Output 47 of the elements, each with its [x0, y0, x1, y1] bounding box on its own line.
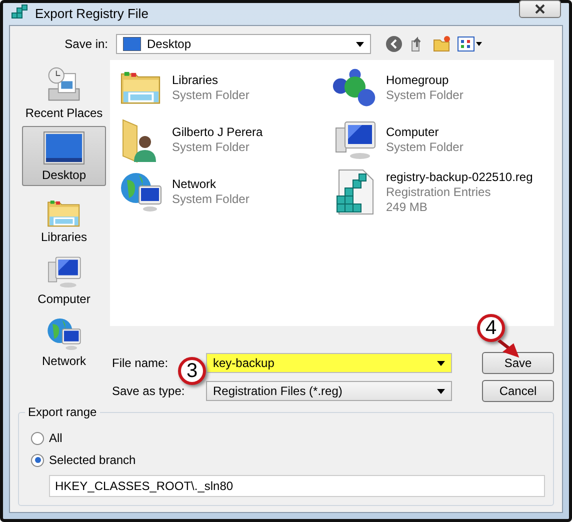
save-as-type-label: Save as type: — [112, 384, 186, 398]
globe-computer-icon — [119, 170, 163, 214]
pointer-arrow — [497, 339, 521, 359]
save-in-label: Save in: — [64, 37, 108, 51]
cancel-button[interactable]: Cancel — [482, 380, 554, 402]
file-type: System Folder — [386, 88, 464, 103]
registry-file-icon — [335, 168, 375, 216]
save-in-dropdown[interactable]: Desktop — [116, 34, 371, 54]
desktop-icon — [42, 130, 86, 166]
library-folder-icon — [119, 70, 163, 106]
close-icon — [534, 4, 546, 14]
radio-button[interactable] — [31, 454, 44, 466]
desktop-icon — [123, 37, 141, 51]
file-type: System Folder — [172, 140, 250, 155]
file-name-field[interactable]: key-backup — [206, 353, 452, 373]
group-title: Export range — [25, 405, 100, 419]
places-item[interactable]: Network — [22, 312, 106, 372]
library-folder-icon — [46, 199, 82, 228]
file-name[interactable]: Homegroup — [386, 73, 464, 88]
places-item[interactable]: Computer — [22, 250, 106, 310]
file-name[interactable]: Gilberto J Perera — [172, 125, 263, 140]
new-folder-icon[interactable] — [433, 35, 451, 53]
view-menu-icon[interactable] — [457, 36, 483, 52]
globe-computer-icon — [46, 316, 82, 352]
file-type: System Folder — [172, 88, 250, 103]
file-name-label: File name: — [112, 356, 170, 370]
save-as-type-dropdown[interactable]: Registration Files (*.reg) — [206, 381, 452, 401]
places-item[interactable]: Libraries — [22, 188, 106, 248]
file-type: System Folder — [386, 140, 464, 155]
computer-icon — [46, 254, 82, 290]
window-title: Export Registry File — [35, 6, 150, 20]
save-button[interactable]: Save — [482, 352, 554, 374]
file-name[interactable]: Libraries — [172, 73, 250, 88]
radio-label[interactable]: Selected branch — [49, 453, 136, 467]
places-item[interactable]: Desktop — [22, 126, 106, 186]
back-icon[interactable] — [385, 35, 403, 53]
file-size: 249 MB — [386, 200, 428, 214]
branch-field[interactable]: HKEY_CLASSES_ROOT\._sln80 — [49, 475, 545, 497]
file-type: Registration Entries — [386, 184, 492, 200]
close-button[interactable] — [519, 0, 561, 18]
file-name[interactable]: Network — [172, 177, 250, 192]
file-name[interactable]: registry-backup-022510.reg — [386, 170, 533, 184]
places-item[interactable]: Recent Places — [22, 64, 106, 124]
file-name[interactable]: Computer — [386, 125, 464, 140]
file-type: System Folder — [172, 192, 250, 207]
radio-button[interactable] — [31, 432, 44, 444]
radio-label[interactable]: All — [49, 431, 62, 445]
